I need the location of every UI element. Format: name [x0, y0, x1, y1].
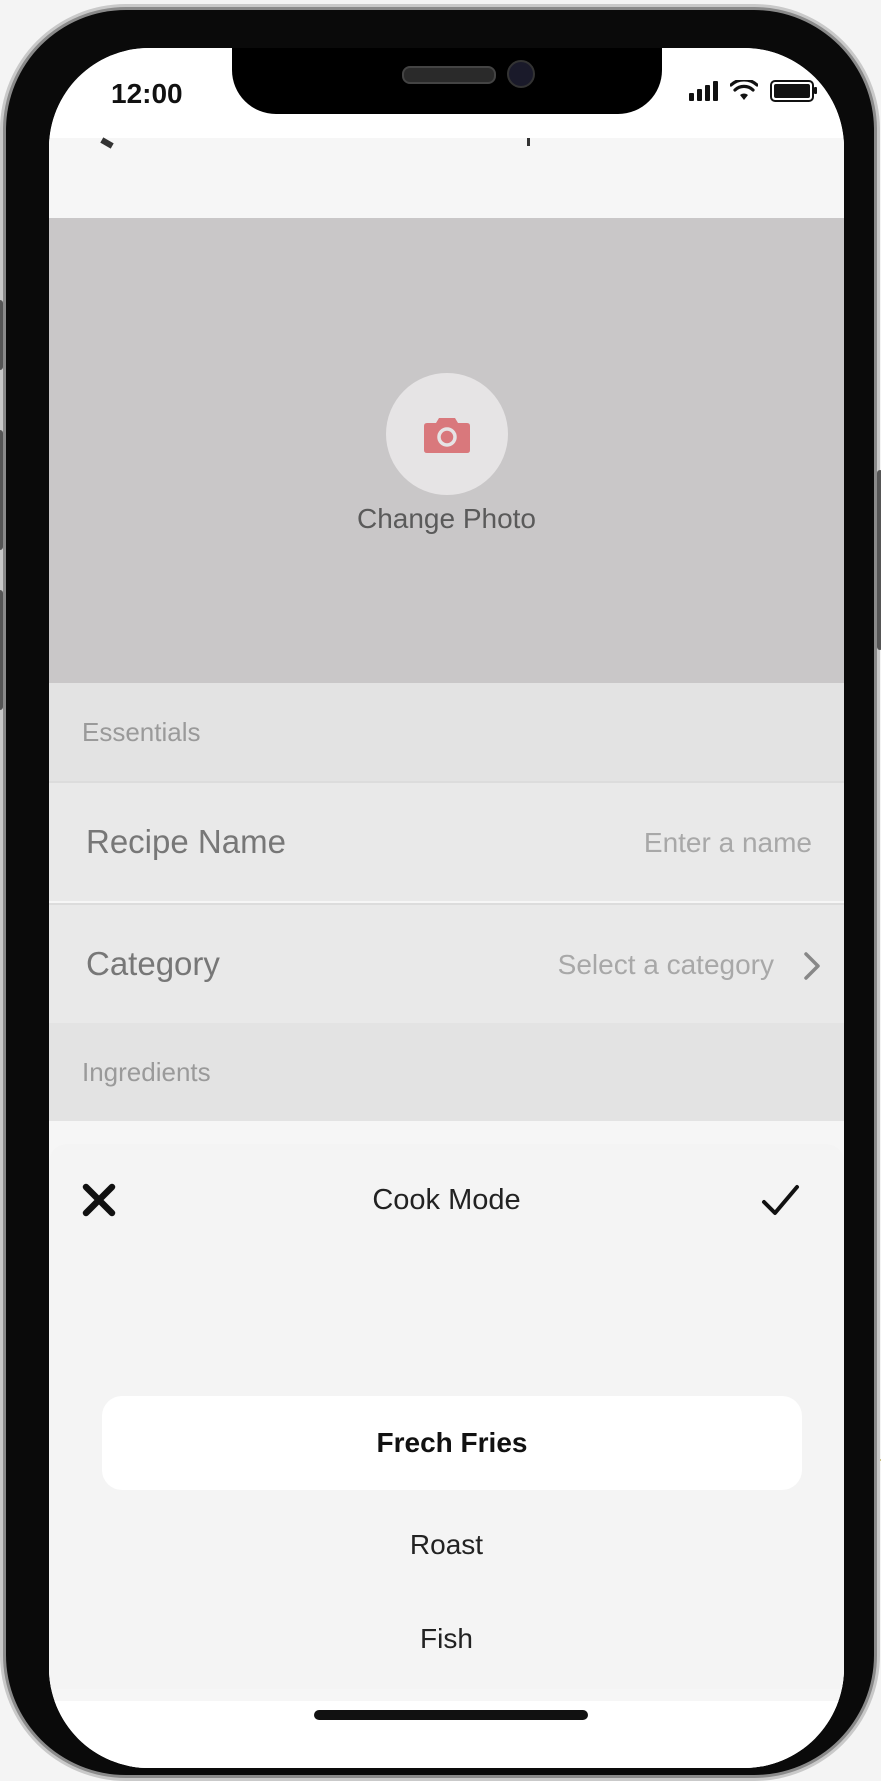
ingredients-header: Ingredients: [49, 1023, 844, 1121]
change-photo-label: Change Photo: [356, 503, 537, 534]
checkmark-icon: [762, 1185, 799, 1215]
chevron-right-icon: [804, 952, 820, 980]
picker-option[interactable]: Roast: [49, 1529, 844, 1561]
essentials-header: Essentials: [49, 683, 844, 781]
change-photo-button[interactable]: [386, 373, 508, 495]
recipe-name-row[interactable]: Recipe Name Enter a name: [49, 781, 844, 901]
confirm-button[interactable]: [758, 1180, 802, 1220]
app-area: Change Photo Essentials Recipe Name Ente…: [49, 137, 844, 1768]
side-button-volume-down: [0, 590, 3, 710]
status-bar: 12:00: [49, 48, 844, 138]
category-select[interactable]: Select a category: [558, 949, 774, 981]
picker-option-selected[interactable]: Frech Fries: [102, 1396, 802, 1490]
essentials-header-label: Essentials: [82, 717, 201, 747]
picker-option[interactable]: Fish: [49, 1623, 844, 1655]
notch: [232, 48, 662, 114]
back-icon[interactable]: [100, 137, 114, 149]
wifi-icon: [730, 80, 758, 100]
photo-area[interactable]: Change Photo: [49, 218, 844, 683]
side-button-mute: [0, 300, 3, 370]
recipe-name-label: Recipe Name: [86, 823, 286, 860]
battery-icon: [770, 80, 817, 102]
phone-screen: 12:00 Change Photo Essentials Recipe Nam…: [49, 48, 844, 1768]
cook-mode-sheet: Cook Mode Frech Fries Roast Fish: [49, 1144, 844, 1689]
ingredients-header-label: Ingredients: [82, 1057, 211, 1087]
cellular-signal-icon: [689, 81, 718, 101]
nav-title-remnant: [527, 138, 530, 146]
camera-icon: [424, 418, 470, 453]
navigation-bar: [49, 137, 844, 220]
front-camera: [507, 60, 535, 88]
recipe-name-input[interactable]: Enter a name: [644, 827, 812, 859]
category-label: Category: [86, 945, 220, 982]
side-button-power: [877, 470, 881, 650]
category-row[interactable]: Category Select a category: [49, 903, 844, 1023]
speaker-grille: [402, 66, 496, 84]
home-indicator[interactable]: [314, 1710, 588, 1720]
status-time: 12:00: [111, 78, 183, 109]
status-icons: [689, 80, 817, 102]
sheet-title: Cook Mode: [372, 1184, 521, 1216]
side-button-volume-up: [0, 430, 3, 550]
